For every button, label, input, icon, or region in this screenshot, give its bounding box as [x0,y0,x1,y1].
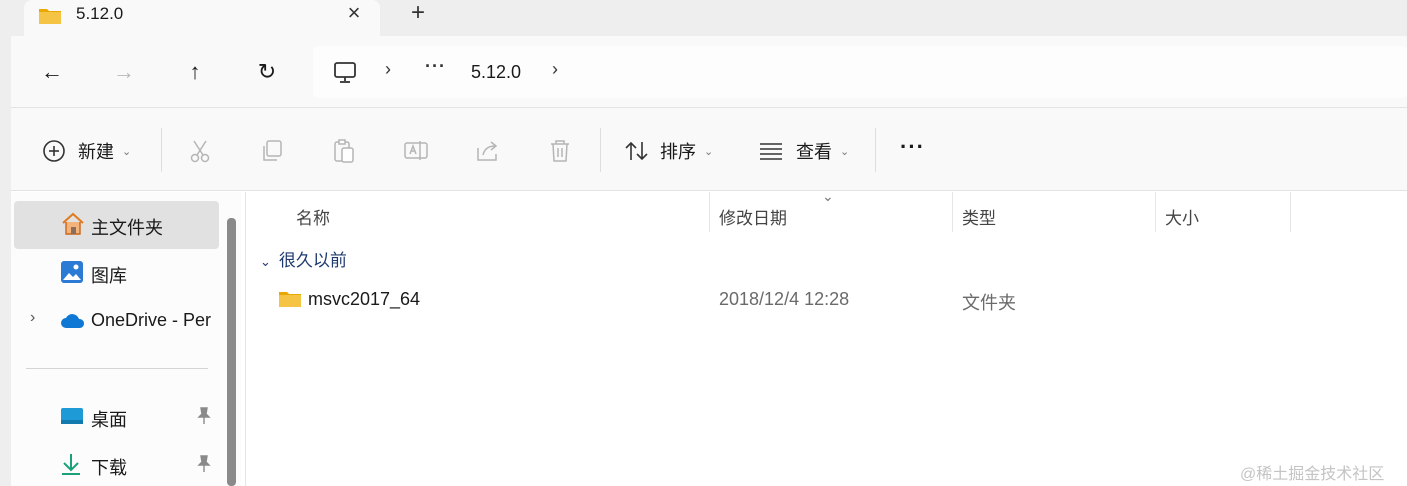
chevron-down-icon: ⌄ [704,145,714,158]
view-icon [760,143,782,160]
file-modified: 2018/12/4 12:28 [719,289,850,309]
desktop-icon [61,408,83,424]
new-label: 新建 [78,142,114,162]
column-name-label: 名称 [296,209,330,228]
sidebar-item-desktop[interactable]: 桌面 [14,393,219,441]
more-path-icon[interactable]: ··· [425,56,446,77]
column-header-size[interactable]: 大小 [1156,192,1290,232]
column-divider[interactable] [1290,192,1291,232]
pin-icon[interactable] [196,407,212,425]
chevron-down-icon: ⌄ [260,254,271,269]
address-bar[interactable]: › ··· 5.12.0 › [313,46,1407,98]
sidebar-item-label: 图库 [91,266,127,286]
cloud-icon [61,314,85,328]
sidebar-item-home[interactable]: 主文件夹 [14,201,219,249]
group-label: 很久以前 [278,251,347,270]
chevron-down-icon: ⌄ [840,145,850,158]
navigation-bar: ← → ↑ ↻ › ··· 5.12.0 › [11,36,1407,108]
watermark: @稀土掘金技术社区 [1240,466,1385,483]
sidebar-item-onedrive[interactable]: › OneDrive - Per [14,297,219,345]
back-icon[interactable]: ← [34,56,70,88]
pin-icon[interactable] [196,455,212,473]
cut-icon[interactable] [187,138,213,164]
tab-strip: 5.12.0 × + [0,0,1407,40]
chevron-right-icon[interactable]: › [552,59,558,80]
sidebar-item-label: 主文件夹 [91,218,163,238]
file-name: msvc2017_64 [308,289,421,309]
sort-indicator-icon: ⌄ [822,188,834,204]
tab-current[interactable]: 5.12.0 × [24,0,380,40]
divider [161,128,162,172]
file-list: 名称 修改日期 ⌄ 类型 大小 ⌄ 很久以前 msvc2017_64 2018/1… [246,188,1407,486]
command-bar: 新建 ⌄ 排序 ⌄ 查看 ⌄ ··· [11,108,1407,191]
column-header-name[interactable]: 名称 [246,192,709,232]
computer-icon [334,62,356,83]
up-icon[interactable]: ↑ [177,56,213,88]
tab-close-icon[interactable]: × [338,0,370,28]
column-type-label: 类型 [962,209,996,228]
sidebar-item-label: 下载 [91,458,127,478]
column-date-label: 修改日期 [719,209,787,228]
file-type: 文件夹 [962,293,1016,313]
column-header-type[interactable]: 类型 [953,192,1155,232]
download-icon [62,454,80,475]
column-size-label: 大小 [1165,209,1199,228]
chevron-right-icon[interactable]: › [385,59,391,80]
sidebar-scrollbar[interactable] [227,218,236,486]
divider [600,128,601,172]
more-options-icon[interactable]: ··· [900,130,925,164]
share-icon[interactable] [475,138,501,164]
sidebar-item-label: 桌面 [91,410,127,430]
sort-button[interactable]: 排序 ⌄ [624,134,713,168]
rename-icon[interactable] [403,138,429,164]
copy-icon[interactable] [259,138,285,164]
sort-icon [625,141,648,161]
navigation-pane: 主文件夹 图库 › OneDrive - Per 桌面 下载 [11,192,241,486]
breadcrumb-current[interactable]: 5.12.0 [471,62,521,83]
tab-title: 5.12.0 [76,4,124,23]
delete-icon[interactable] [547,138,573,164]
sidebar-item-gallery[interactable]: 图库 [14,249,219,297]
sidebar-item-downloads[interactable]: 下载 [14,441,219,486]
new-button[interactable]: 新建 ⌄ [42,134,131,168]
folder-icon [279,292,301,307]
sort-label: 排序 [660,142,696,162]
new-tab-icon[interactable]: + [400,0,436,28]
group-header[interactable]: ⌄ 很久以前 [260,246,347,271]
view-button[interactable]: 查看 ⌄ [758,134,849,168]
home-icon [62,212,84,235]
forward-icon[interactable]: → [106,56,142,88]
window-edge [0,36,11,486]
view-label: 查看 [796,142,832,162]
table-row[interactable]: msvc2017_64 2018/12/4 12:28 文件夹 [246,280,1407,318]
chevron-right-icon[interactable]: › [30,309,35,327]
folder-icon [39,9,61,24]
chevron-down-icon: ⌄ [122,145,132,158]
paste-icon[interactable] [331,138,357,164]
gallery-icon [61,261,83,283]
divider [875,128,876,172]
add-icon [43,140,65,162]
refresh-icon[interactable]: ↻ [249,56,285,88]
sidebar-divider [26,368,208,369]
sidebar-item-label: OneDrive - Per [91,310,212,330]
